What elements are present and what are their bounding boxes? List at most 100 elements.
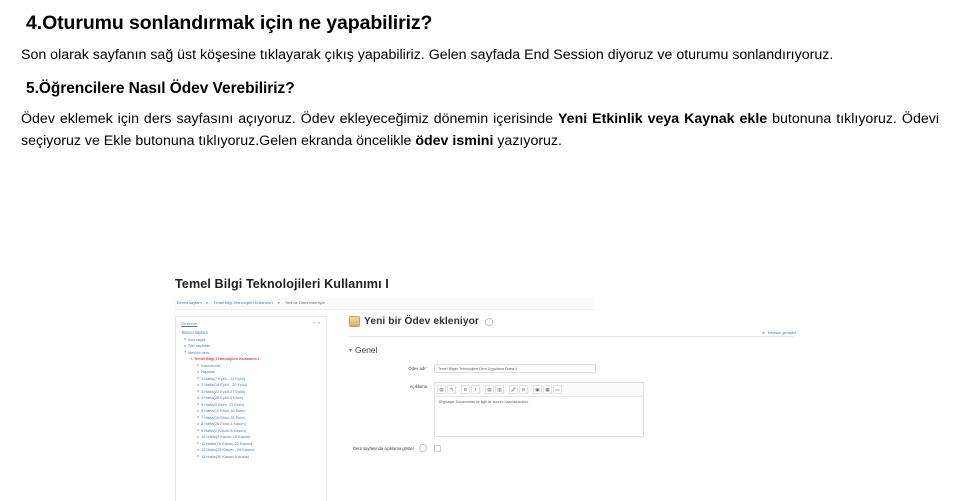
nav-item[interactable]: ► 1.Hafta(7 Eylül - 13 Eylül) [181, 377, 321, 381]
section-label-general: Genel [355, 345, 378, 355]
navigation-panel-controls-icon[interactable]: ▾ ▾ [313, 321, 321, 325]
help-icon[interactable] [484, 317, 493, 326]
paragraph-text-part-3: yazıyoruz. [493, 133, 562, 150]
course-title: Temel Bilgi Teknolojileri Kullanımı I [175, 277, 389, 291]
bullet-list-icon[interactable]: ▤ [485, 385, 494, 394]
embedded-screenshot: Temel Bilgi Teknolojileri Kullanımı I Be… [165, 268, 802, 501]
nav-item[interactable]: ► Katılımcılar [181, 364, 321, 368]
navigation-tree: ► Ana sayfa ► Site sayfaları ▾ Mevcut ders ▾ Te… [181, 338, 321, 459]
nav-item[interactable]: ► 11.Hafta(16 Kasım-22 Kasım) [181, 442, 321, 446]
paragraph-text-part-1: Ödev eklemek için ders sayfasını açıyoru… [21, 111, 558, 128]
navigation-section-my-page[interactable]: Benim sayfam [182, 330, 321, 335]
nav-item-label: Site sayfaları [188, 344, 211, 349]
show-description-help-icon[interactable] [419, 444, 427, 452]
nav-item-label: 5.Hafta(5 Ekim- 11 Ekim) [201, 402, 245, 407]
image-icon[interactable]: ▣ [533, 385, 542, 394]
nav-item-label: 13.Hafta(30 Kasım-6 Aralık) [201, 454, 250, 459]
breadcrumb-item-current: Yeni bir Ödev ekleniyor [284, 300, 325, 305]
assignment-icon [349, 316, 360, 327]
bold-icon[interactable]: B [461, 385, 470, 394]
document-page: 4.Oturumu sonlandırmak için ne yapabilir… [0, 0, 960, 501]
show-description-label: Ders sayfasında açıklama göster [349, 444, 434, 452]
expand-all-label: Hepsini genişlet [767, 330, 796, 335]
nav-item-label: 10.Hafta(9 Kasım-15 Kasım) [201, 435, 251, 440]
nav-item-label: 1.Hafta(7 Eylül - 13 Eylül) [201, 376, 246, 381]
nav-item[interactable]: ► 8.Hafta(26 Ekim-1 Kasım) [181, 422, 321, 426]
italic-icon[interactable]: I [471, 385, 480, 394]
assignment-name-label: Ödev adı* [349, 364, 434, 371]
nav-item[interactable]: ► 7.Hafta(19 Ekim-25 Ekim) [181, 416, 321, 420]
section-twisty-icon: ▾ [349, 347, 353, 354]
field-row-description: Açıklama ▤ ↰ B I ▤ ▥ 🖉 ⊘ ▣ ▦ ▭ Bilgisayar Donanıml… [349, 382, 794, 437]
nav-item[interactable]: ► Nişanlar [181, 370, 321, 374]
paragraph-bold-new-activity: Yeni Etkinlik veya Kaynak ekle [558, 111, 768, 128]
navigation-panel-title[interactable]: Gezinme [181, 321, 197, 326]
nav-item[interactable]: ► 5.Hafta(5 Ekim- 11 Ekim) [181, 403, 321, 407]
show-description-checkbox[interactable] [434, 444, 441, 452]
nav-item[interactable]: ▾ Temel Bilgi Teknolojileri Kullanımı I [181, 357, 321, 361]
undo-icon[interactable]: ↰ [447, 385, 456, 394]
nav-item-label: 4.Hafta(28 Eylül-4 Ekim) [201, 396, 244, 401]
paragraph-section-5: Ödev eklemek için ders sayfasını açıyoru… [21, 108, 939, 152]
page-heading-section-4: 4.Oturumu sonlandırmak için ne yapabilir… [26, 12, 433, 34]
nav-item-label: 3.Hafta(21 Eylül-27 Eylül) [201, 389, 246, 394]
expand-all-twisty-icon: ► [761, 330, 766, 335]
screenshot-body: Gezinme ▾ ▾ Benim sayfam ► Ana sayfa ► Site… [165, 316, 802, 501]
nav-item-label: Temel Bilgi Teknolojileri Kullanımı I [194, 357, 259, 362]
nav-item-label: 12.Hafta(23 Kasım - 29 Kasım) [201, 448, 255, 453]
breadcrumb-separator-icon: ► [205, 300, 210, 305]
numbered-list-icon[interactable]: ▥ [495, 385, 504, 394]
media-icon[interactable]: ▦ [543, 385, 552, 394]
link-icon[interactable]: 🖉 [509, 385, 518, 394]
required-marker: * [425, 366, 427, 371]
expand-all-link[interactable]: ► Hepsini genişlet [762, 330, 796, 335]
section-divider [349, 336, 794, 337]
nav-item-label: 11.Hafta(16 Kasım-22 Kasım) [201, 441, 253, 446]
toolbar-separator [481, 385, 484, 394]
nav-item[interactable]: ► 6.Hafta(12 Ekim-18 Ekim) [181, 409, 321, 413]
section-header-general[interactable]: ▾ Genel [349, 345, 794, 355]
navigation-panel: Gezinme ▾ ▾ Benim sayfam ► Ana sayfa ► Site… [175, 316, 327, 501]
unlink-icon[interactable]: ⊘ [519, 385, 528, 394]
form-title-row: Yeni bir Ödev ekleniyor [349, 316, 794, 327]
nav-item[interactable]: ► 10.Hafta(9 Kasım-15 Kasım) [181, 435, 321, 439]
nav-item-label: Katılımcılar [201, 363, 221, 368]
nav-item[interactable]: ▾ Mevcut ders [181, 351, 321, 355]
nav-item[interactable]: ► 9.Hafta(2 Kasım-8 Kasım) [181, 429, 321, 433]
nav-item[interactable]: ► 3.Hafta(21 Eylül-27 Eylül) [181, 390, 321, 394]
editor-toolbar: ▤ ↰ B I ▤ ▥ 🖉 ⊘ ▣ ▦ ▭ [435, 383, 643, 397]
breadcrumb-separator-icon-2: ► [277, 300, 281, 305]
nav-item[interactable]: ► 2.Hafta(14 Eylül - 20 Eylül) [181, 383, 321, 387]
file-icon[interactable]: ▭ [553, 385, 562, 394]
field-row-assignment-name: Ödev adı* Temel Bilgim Teknolojileri Der… [349, 364, 794, 373]
page-heading-section-5: 5.Öğrencilere Nasıl Ödev Verebiliriz? [26, 80, 295, 98]
breadcrumb: Benim sayfam ► Temel Bilgi Teknolojileri… [175, 297, 595, 310]
assignment-form-panel: Yeni bir Ödev ekleniyor ► Hepsini genişle… [349, 316, 802, 501]
nav-item[interactable]: ► Ana sayfa [181, 338, 321, 342]
description-label: Açıklama [409, 384, 427, 389]
description-editor: ▤ ↰ B I ▤ ▥ 🖉 ⊘ ▣ ▦ ▭ Bilgisayar Donanımları ile i… [434, 382, 644, 437]
paragraph-style-icon[interactable]: ▤ [437, 385, 446, 394]
nav-item[interactable]: ► 13.Hafta(30 Kasım-6 Aralık) [181, 455, 321, 459]
breadcrumb-item-my-page[interactable]: Benim sayfam [177, 300, 202, 305]
assignment-name-label-text: Ödev adı [408, 366, 426, 371]
nav-item-label: Nişanlar [201, 370, 216, 375]
toolbar-separator [457, 385, 460, 394]
nav-item-label: Ana sayfa [188, 338, 206, 342]
toolbar-separator [505, 385, 508, 394]
paragraph-bold-assignment-name: ödev ismini [415, 133, 494, 150]
breadcrumb-item-course[interactable]: Temel Bilgi Teknolojileri Kullanımı I [214, 300, 274, 305]
navigation-panel-header: Gezinme ▾ ▾ [181, 321, 321, 326]
toolbar-separator [529, 385, 532, 394]
show-description-label-text: Ders sayfasında açıklama göster [353, 445, 414, 451]
nav-item[interactable]: ► 4.Hafta(28 Eylül-4 Ekim) [181, 396, 321, 400]
nav-item-label: 9.Hafta(2 Kasım-8 Kasım) [201, 428, 246, 433]
assignment-name-input[interactable]: Temel Bilgim Teknolojileri Ders Uygulama… [434, 364, 596, 373]
description-textarea[interactable]: Bilgisayar Donanımları ile ilgili bir su… [435, 397, 643, 436]
nav-item[interactable]: ► Site sayfaları [181, 344, 321, 348]
row-show-description: Ders sayfasında açıklama göster [349, 444, 794, 452]
nav-item-label: Mevcut ders [188, 350, 210, 355]
nav-item[interactable]: ► 12.Hafta(23 Kasım - 29 Kasım) [181, 448, 321, 452]
nav-item-label: 2.Hafta(14 Eylül - 20 Eylül) [201, 383, 248, 388]
nav-item-label: 8.Hafta(26 Ekim-1 Kasım) [201, 422, 246, 427]
